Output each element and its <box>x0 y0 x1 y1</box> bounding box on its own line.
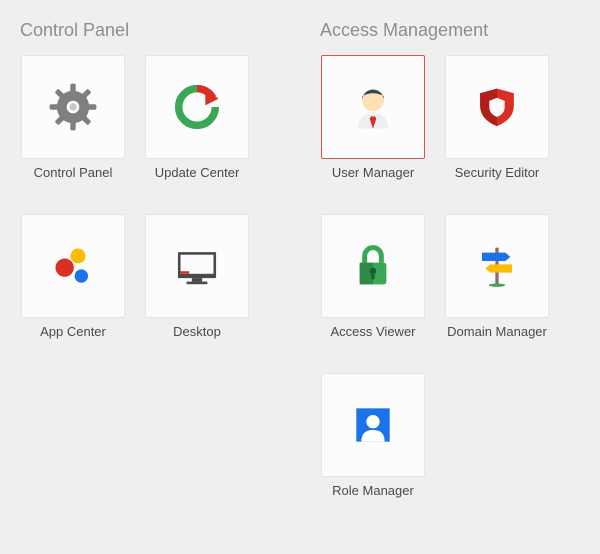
tile-domain-manager[interactable]: Domain Manager <box>442 214 552 341</box>
tile-label: Control Panel <box>34 165 113 182</box>
tile-label: Desktop <box>173 324 221 341</box>
tile-box <box>445 214 549 318</box>
signpost-icon <box>467 236 527 296</box>
role-icon <box>343 395 403 455</box>
tile-update-center[interactable]: Update Center <box>142 55 252 182</box>
tile-grid: User Manager Security Editor <box>318 55 578 500</box>
tile-role-manager[interactable]: Role Manager <box>318 373 428 500</box>
tile-box <box>21 55 125 159</box>
tile-box <box>445 55 549 159</box>
tile-label: App Center <box>40 324 106 341</box>
tile-desktop[interactable]: Desktop <box>142 214 252 341</box>
tile-label: Domain Manager <box>447 324 547 341</box>
section-access-management: Access Management User Manager <box>318 20 578 500</box>
refresh-icon <box>167 77 227 137</box>
tile-label: User Manager <box>332 165 414 182</box>
tile-box <box>145 55 249 159</box>
shield-icon <box>467 77 527 137</box>
tile-box <box>321 214 425 318</box>
tile-label: Update Center <box>155 165 240 182</box>
tile-grid: Control Panel Update Center <box>18 55 278 341</box>
desktop-icon <box>167 236 227 296</box>
tile-label: Role Manager <box>332 483 414 500</box>
dots-icon <box>43 236 103 296</box>
tile-box <box>321 373 425 477</box>
lock-icon <box>343 236 403 296</box>
tile-user-manager[interactable]: User Manager <box>318 55 428 182</box>
section-title: Control Panel <box>20 20 278 41</box>
tile-security-editor[interactable]: Security Editor <box>442 55 552 182</box>
section-title: Access Management <box>320 20 578 41</box>
settings-panel: Control Panel <box>0 0 600 520</box>
tile-control-panel[interactable]: Control Panel <box>18 55 128 182</box>
user-tie-icon <box>343 77 403 137</box>
tile-label: Access Viewer <box>330 324 415 341</box>
tile-access-viewer[interactable]: Access Viewer <box>318 214 428 341</box>
tile-box <box>21 214 125 318</box>
tile-app-center[interactable]: App Center <box>18 214 128 341</box>
tile-box <box>321 55 425 159</box>
tile-label: Security Editor <box>455 165 540 182</box>
tile-box <box>145 214 249 318</box>
gear-icon <box>43 77 103 137</box>
section-control-panel: Control Panel <box>18 20 278 500</box>
